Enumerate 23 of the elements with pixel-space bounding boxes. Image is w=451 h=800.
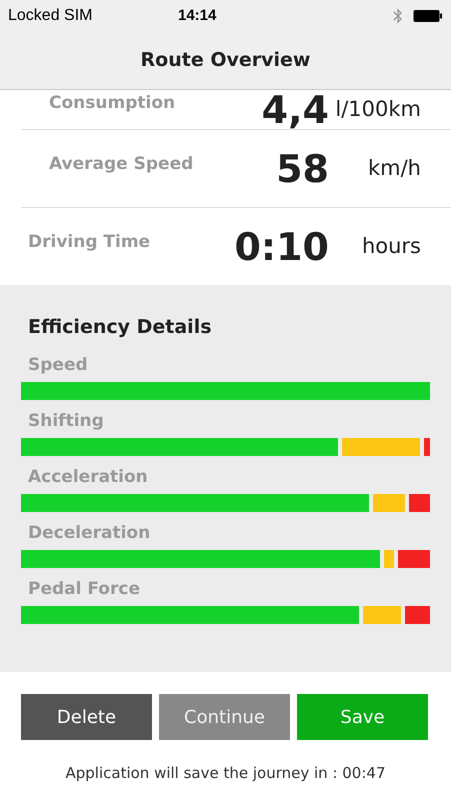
stat-unit: l/100km [334,96,421,123]
bluetooth-icon [393,8,403,24]
stat-label: Driving Time [28,231,152,254]
clock-time: 14:14 [178,6,216,26]
metric-label: Shifting [27,410,105,432]
stat-unit: hours [360,232,421,260]
stat-value: 58 [276,150,329,188]
stat-label: Average Speed [49,153,194,176]
autosave-notice: Application will save the journey in : 00:47 [65,763,386,784]
stat-value: 0:10 [234,228,329,266]
screen-title: Route Overview [140,48,310,74]
section-title: Efficiency Details [27,315,213,340]
carrier-label: Locked SIM [8,6,94,26]
battery-icon [413,9,443,23]
metric-label: Deceleration [27,522,152,544]
stat-unit: km/h [366,154,421,182]
action-button[interactable]: Save [297,694,428,740]
stat-label: Consumption [49,92,176,115]
metric-label: Acceleration [27,466,149,488]
metric-label: Pedal Force [27,578,141,600]
action-button[interactable]: Delete [21,694,152,740]
metric-label: Speed [27,354,89,376]
stat-value: 4,4 [262,90,329,128]
